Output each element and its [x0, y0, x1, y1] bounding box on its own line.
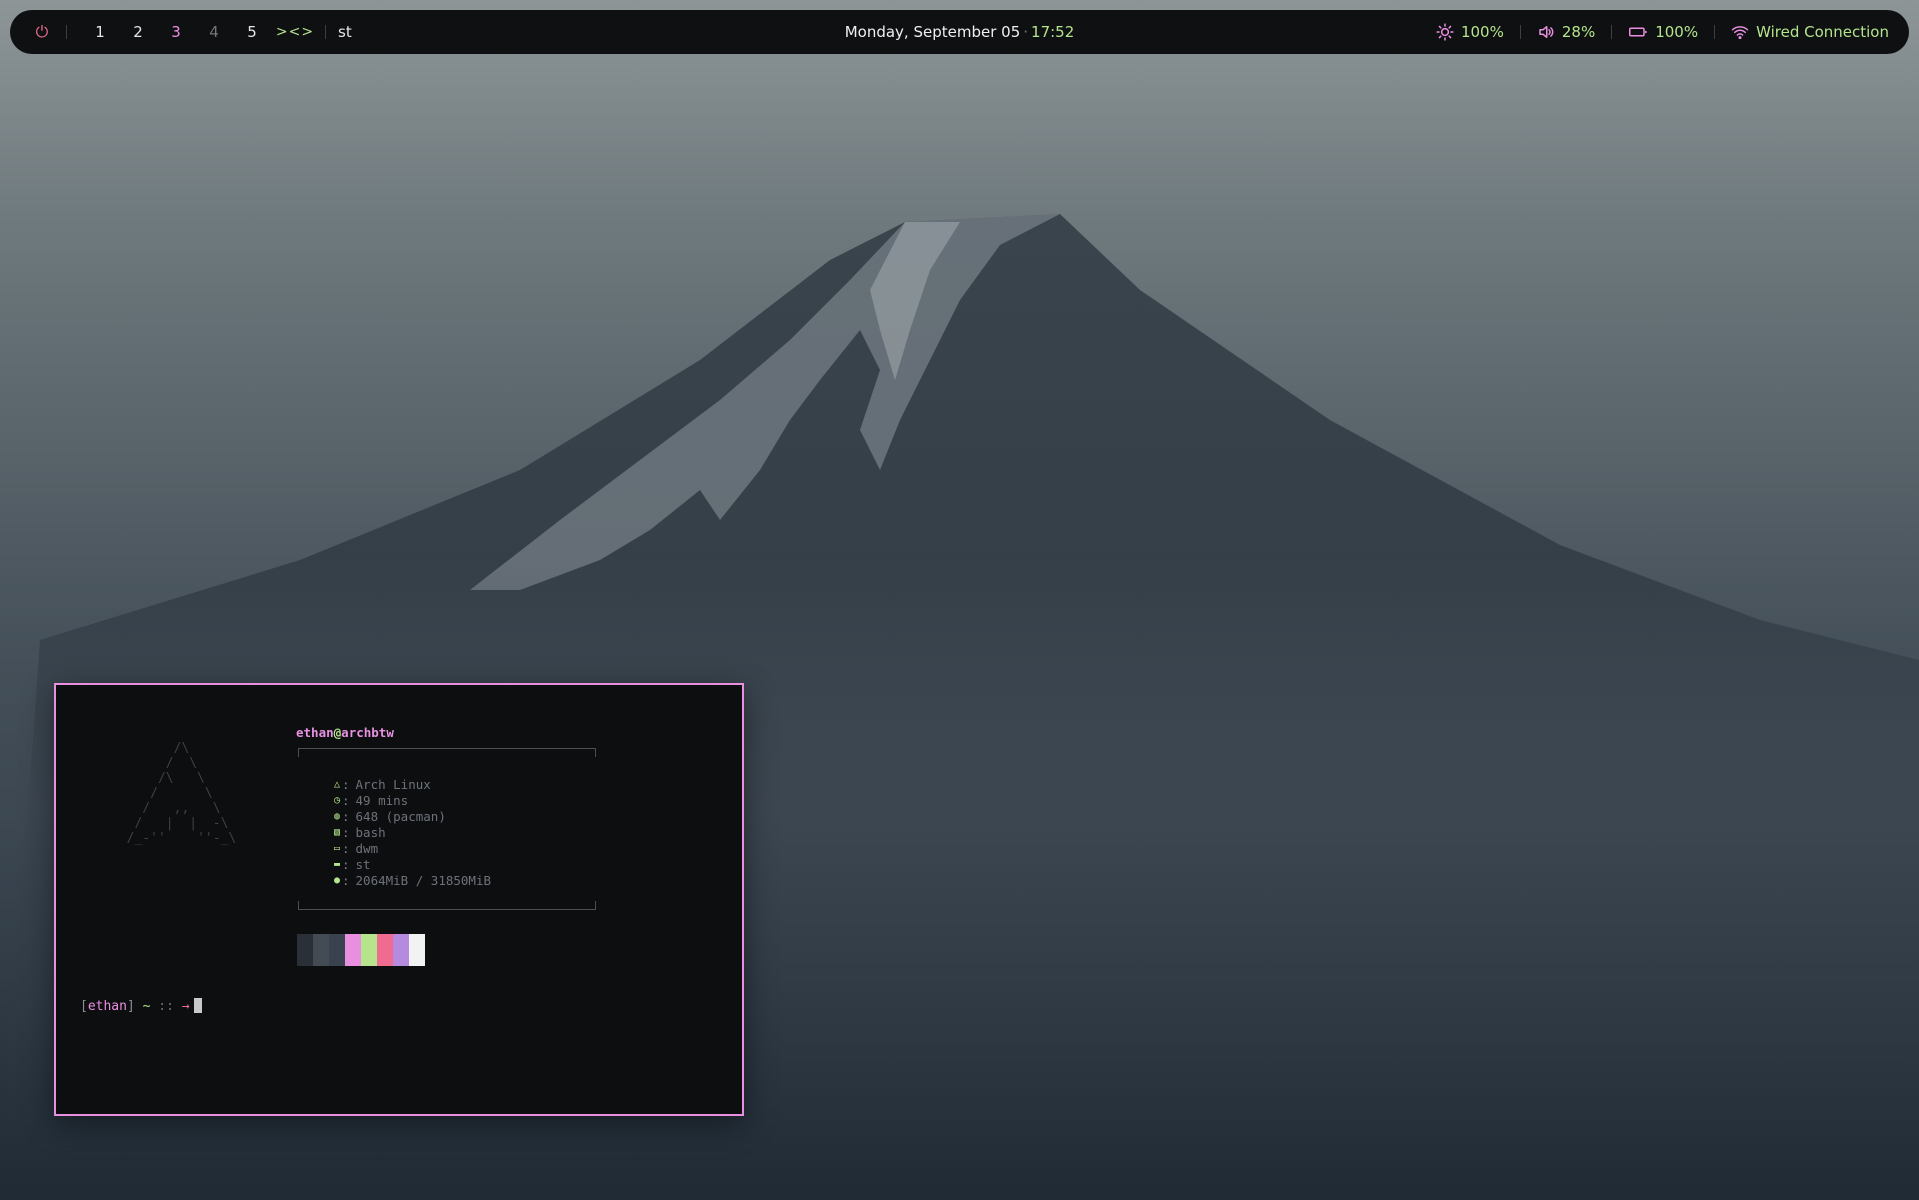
info-row-packages: ◍:648 (pacman) [333, 809, 446, 824]
divider [1611, 25, 1613, 39]
prompt-user: ethan [87, 999, 127, 1014]
divider [66, 25, 67, 39]
workspace-1[interactable]: 1 [81, 23, 119, 41]
volume-value: 28% [1561, 23, 1596, 41]
prompt-cwd: ~ [142, 999, 151, 1014]
user-host: ethan@archbtw [296, 725, 394, 740]
palette-swatch [361, 934, 377, 966]
workspace-list: 1 2 3 4 5 [81, 23, 271, 41]
workspace-3-active[interactable]: 3 [157, 23, 195, 41]
date-text: Monday, September 05 [844, 23, 1021, 41]
arch-icon: △ [333, 779, 341, 790]
clock-icon: ◷ [333, 795, 341, 806]
info-row-terminal: ▬: st [333, 857, 371, 872]
brightness-value: 100% [1460, 23, 1504, 41]
palette-swatch [313, 934, 329, 966]
palette-swatch [409, 934, 425, 966]
battery-value: 100% [1655, 23, 1699, 41]
workspace-2[interactable]: 2 [119, 23, 157, 41]
bar-right-section: 100% 28% 100% Wired Connection [1436, 10, 1889, 54]
color-palette [297, 934, 425, 966]
text-cursor [193, 998, 202, 1013]
window-icon: ▭ [333, 843, 341, 854]
bar-left-section: ⏻ 1 2 3 4 5 ><> st [10, 10, 352, 54]
workspace-4[interactable]: 4 [195, 23, 233, 41]
brightness-widget[interactable]: 100% [1436, 23, 1504, 41]
divider [1519, 25, 1521, 39]
info-row-uptime: ◷:49 mins [333, 793, 409, 808]
network-status: Wired Connection [1756, 23, 1889, 41]
battery-widget[interactable]: 100% [1628, 23, 1698, 41]
prompt-arrow: → [181, 999, 190, 1014]
terminal-window[interactable]: /\ / \ /\ \ / \ / ,, \ / | | -\ /_-'' ''… [54, 683, 744, 1116]
battery-icon [1629, 27, 1647, 37]
time-text: 17:52 [1031, 23, 1075, 41]
window-title: st [338, 23, 352, 41]
network-widget[interactable]: Wired Connection [1731, 23, 1889, 41]
palette-swatch [345, 934, 361, 966]
palette-swatch [329, 934, 345, 966]
memory-icon: ● [333, 875, 341, 886]
volume-widget[interactable]: 28% [1537, 23, 1595, 41]
layout-indicator[interactable]: ><> [271, 24, 319, 40]
info-row-wm: ▭: dwm [333, 841, 379, 856]
divider [1714, 25, 1716, 39]
workspace-5[interactable]: 5 [233, 23, 271, 41]
status-bar: ⏻ 1 2 3 4 5 ><> st Monday, September 05 ·… [10, 10, 1909, 54]
info-row-memory: ●:2064MiB / 31850MiB [333, 873, 491, 888]
shell-icon: ▧ [333, 827, 341, 838]
arch-ascii-logo: /\ / \ /\ \ / \ / ,, \ / | | -\ /_-'' ''… [126, 741, 237, 846]
divider [325, 25, 326, 39]
info-row-os: △: Arch Linux [333, 777, 431, 792]
sun-icon [1436, 23, 1454, 41]
system-info-list: △: Arch Linux ◷:49 mins ◍:648 (pacman) ▧:… [332, 777, 491, 889]
package-icon: ◍ [333, 811, 341, 822]
palette-swatch [393, 934, 409, 966]
wifi-icon [1731, 26, 1749, 40]
power-icon[interactable]: ⏻ [32, 22, 52, 42]
palette-swatch [297, 934, 313, 966]
shell-prompt[interactable]: [ethan] ~ :: → [80, 998, 202, 1014]
info-row-shell: ▧: bash [333, 825, 386, 840]
terminal-icon: ▬ [333, 859, 341, 870]
speaker-icon [1539, 26, 1554, 38]
prompt-separator: :: [158, 999, 174, 1014]
palette-swatch [377, 934, 393, 966]
